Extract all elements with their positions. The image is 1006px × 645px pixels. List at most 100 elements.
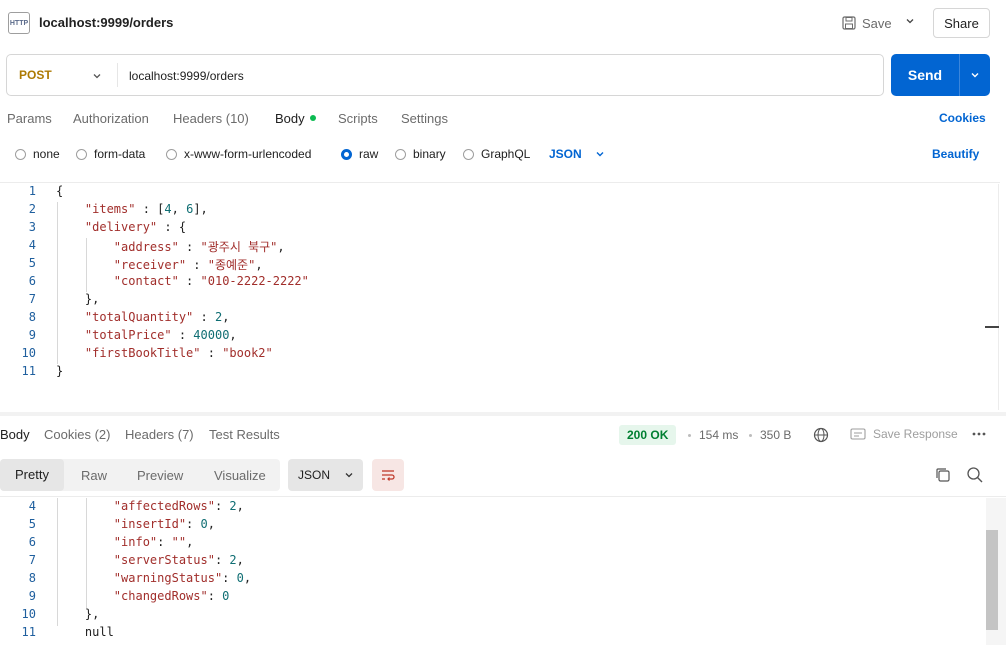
radio-button (15, 148, 26, 160)
url-bar: POST (6, 54, 884, 96)
code-line[interactable]: 7 }, (0, 292, 990, 310)
divider (117, 63, 118, 87)
method-select[interactable]: POST (19, 68, 52, 82)
view-pretty[interactable]: Pretty (0, 459, 64, 491)
send-button[interactable]: Send (891, 54, 990, 96)
request-body-editor[interactable]: 1{2 "items" : [4, 6], 3 "delivery" : {4 "… (0, 184, 998, 410)
separator-dot (749, 434, 752, 437)
code-text: "totalQuantity" : 2, (84, 310, 230, 324)
scrollbar-thumb[interactable] (986, 530, 998, 630)
code-line[interactable]: 5 "receiver" : "종예준", (0, 256, 990, 274)
tab-response-headers[interactable]: Headers (7) (125, 427, 194, 442)
share-button[interactable]: Share (933, 8, 990, 38)
code-text: "address" : "광주시 북구", (113, 240, 285, 254)
code-line[interactable]: 8 "warningStatus": 0, (0, 571, 986, 589)
line-number: 9 (28, 589, 36, 603)
tab-params[interactable]: Params (7, 111, 52, 126)
tab-test-results[interactable]: Test Results (209, 427, 280, 442)
view-visualize[interactable]: Visualize (214, 468, 266, 483)
line-number: 1 (28, 184, 36, 198)
chevron-down-icon[interactable] (91, 70, 103, 82)
response-view-switcher: Pretty Raw Preview Visualize (0, 459, 280, 491)
view-preview[interactable]: Preview (137, 468, 183, 483)
view-raw[interactable]: Raw (81, 468, 107, 483)
code-line[interactable]: 8 "totalQuantity" : 2, (0, 310, 990, 328)
line-number: 2 (28, 202, 36, 216)
search-icon[interactable] (966, 466, 984, 484)
line-number: 10 (21, 607, 36, 621)
code-text: "delivery" : { (84, 220, 187, 234)
scroll-marker (985, 326, 999, 328)
code-line[interactable]: 9 "changedRows": 0 (0, 589, 986, 607)
code-line[interactable]: 4 "affectedRows": 2, (0, 499, 986, 517)
wrap-lines-button[interactable] (372, 459, 404, 491)
panel-divider[interactable] (0, 412, 1006, 416)
tab-body[interactable]: Body (275, 111, 316, 126)
tab-scripts[interactable]: Scripts (338, 111, 378, 126)
line-number: 6 (28, 274, 36, 288)
line-number: 8 (28, 310, 36, 324)
save-response-button[interactable]: Save Response (850, 427, 958, 441)
tab-body-label: Body (275, 111, 305, 126)
modified-dot-icon (309, 115, 316, 121)
radio-form-data[interactable]: form-data (76, 147, 145, 161)
line-number: 4 (28, 238, 36, 252)
copy-icon[interactable] (934, 466, 952, 484)
code-line[interactable]: 11} (0, 364, 990, 382)
code-line[interactable]: 6 "contact" : "010-2222-2222" (0, 274, 990, 292)
code-text: { (56, 184, 64, 198)
code-text: "info": "", (113, 535, 194, 549)
save-button[interactable]: Save (842, 12, 892, 34)
url-input[interactable] (129, 66, 869, 86)
send-options-button[interactable] (960, 69, 990, 81)
body-format-select[interactable]: JSON (549, 147, 606, 161)
tab-settings[interactable]: Settings (401, 111, 448, 126)
status-badge[interactable]: 200 OK (619, 425, 677, 445)
code-text: }, (56, 292, 100, 306)
radio-button (76, 148, 87, 160)
save-icon (842, 16, 856, 30)
tab-response-body[interactable]: Body (0, 427, 30, 442)
chevron-down-icon (971, 73, 979, 78)
chevron-down-icon (596, 152, 604, 157)
tab-response-cookies[interactable]: Cookies (2) (44, 427, 110, 442)
indent-guide (86, 498, 87, 608)
indent-guide (57, 498, 58, 626)
code-line[interactable]: 11 null (0, 625, 986, 643)
more-options-icon[interactable] (972, 432, 986, 436)
code-line[interactable]: 10 "firstBookTitle" : "book2" (0, 346, 990, 364)
tab-headers[interactable]: Headers (10) (173, 111, 249, 126)
line-number: 8 (28, 571, 36, 585)
scrollbar[interactable] (998, 184, 1006, 410)
line-number: 7 (28, 292, 36, 306)
divider (0, 496, 1006, 497)
request-title[interactable]: localhost:9999/orders (39, 15, 173, 30)
radio-raw[interactable]: raw (341, 147, 378, 161)
beautify-button[interactable]: Beautify (932, 147, 979, 161)
save-response-icon (850, 428, 866, 440)
code-line[interactable]: 7 "serverStatus": 2, (0, 553, 986, 571)
code-line[interactable]: 3 "delivery" : { (0, 220, 990, 238)
radio-urlencoded[interactable]: x-www-form-urlencoded (166, 147, 311, 161)
radio-graphql[interactable]: GraphQL (463, 147, 530, 161)
radio-button (395, 148, 406, 160)
response-body-viewer[interactable]: 4 "affectedRows": 2, 5 "insertId": 0, 6 "i… (0, 498, 986, 645)
radio-none[interactable]: none (15, 147, 60, 161)
globe-icon[interactable] (813, 427, 829, 443)
chevron-down-icon[interactable] (904, 15, 916, 27)
response-format-select[interactable]: JSON (288, 459, 363, 491)
response-time[interactable]: 154 ms (699, 428, 738, 442)
code-line[interactable]: 5 "insertId": 0, (0, 517, 986, 535)
code-line[interactable]: 6 "info": "", (0, 535, 986, 553)
code-line[interactable]: 9 "totalPrice" : 40000, (0, 328, 990, 346)
chevron-down-icon (345, 473, 353, 478)
code-line[interactable]: 1{ (0, 184, 990, 202)
code-line[interactable]: 10 }, (0, 607, 986, 625)
code-line[interactable]: 2 "items" : [4, 6], (0, 202, 990, 220)
code-line[interactable]: 4 "address" : "광주시 북구", (0, 238, 990, 256)
indent-guide (57, 202, 58, 364)
tab-authorization[interactable]: Authorization (73, 111, 149, 126)
cookies-link[interactable]: Cookies (939, 111, 986, 125)
radio-binary[interactable]: binary (395, 147, 446, 161)
response-size[interactable]: 350 B (760, 428, 791, 442)
